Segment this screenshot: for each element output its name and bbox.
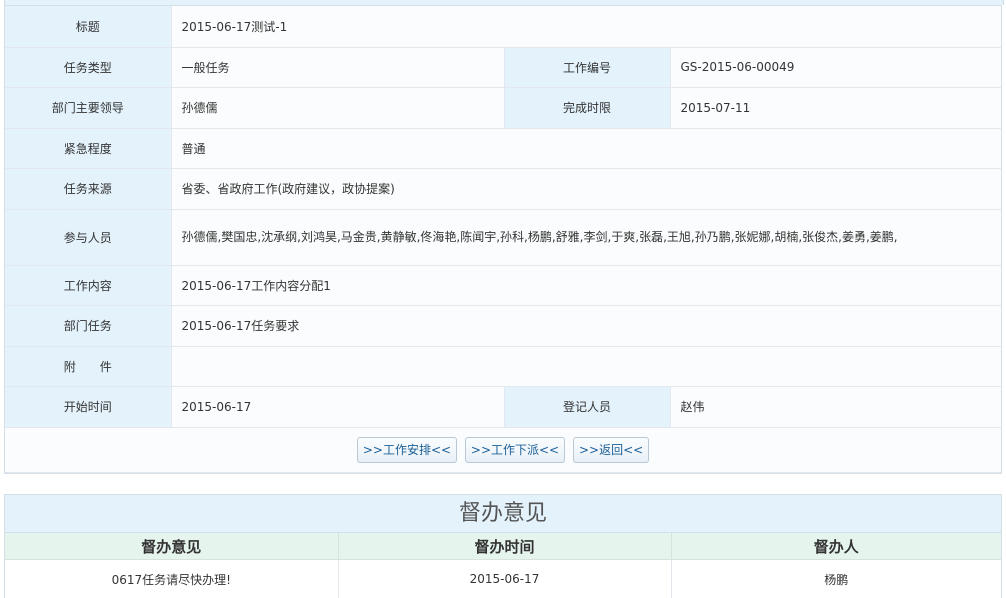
registrar-label: 登记人员 — [504, 386, 671, 428]
action-bar: >>工作安排<< >>工作下派<< >>返回<< — [5, 427, 1002, 473]
task-type-label: 任务类型 — [5, 47, 172, 88]
urgency-label: 紧急程度 — [5, 128, 172, 169]
dept-leader-value: 孙德儒 — [171, 87, 505, 129]
table-row: 0617任务请尽快办理! 2015-06-17 杨鹏 — [5, 559, 1001, 598]
participants-label: 参与人员 — [5, 209, 172, 266]
opinion-cell: 0617任务请尽快办理! — [5, 559, 339, 598]
task-detail-panel: 标题 2015-06-17测试-1 任务类型 一般任务 工作编号 GS-2015… — [4, 5, 1002, 474]
row-content: 工作内容 2015-06-17工作内容分配1 — [5, 265, 1002, 306]
work-dispatch-button[interactable]: >>工作下派<< — [464, 436, 566, 463]
start-time-label: 开始时间 — [5, 386, 172, 428]
supervision-header-row: 督办意见 督办时间 督办人 — [5, 533, 1001, 560]
supervision-table: 督办意见 督办时间 督办人 0617任务请尽快办理! 2015-06-17 杨鹏 — [5, 533, 1001, 598]
urgency-value: 普通 — [171, 128, 1002, 169]
task-detail-table: 标题 2015-06-17测试-1 任务类型 一般任务 工作编号 GS-2015… — [5, 6, 1002, 473]
supervision-panel: 督办意见 督办意见 督办时间 督办人 0617任务请尽快办理! 2015-06-… — [4, 494, 1002, 598]
row-title: 标题 2015-06-17测试-1 — [5, 6, 1002, 48]
row-leader: 部门主要领导 孙德儒 完成时限 2015-07-11 — [5, 87, 1002, 129]
work-number-label: 工作编号 — [504, 47, 671, 88]
title-value: 2015-06-17测试-1 — [171, 6, 1002, 48]
supervision-title: 督办意见 — [5, 495, 1001, 533]
row-source: 任务来源 省委、省政府工作(政府建议，政协提案) — [5, 168, 1002, 210]
row-type: 任务类型 一般任务 工作编号 GS-2015-06-00049 — [5, 47, 1002, 88]
work-content-value: 2015-06-17工作内容分配1 — [171, 265, 1002, 306]
work-content-label: 工作内容 — [5, 265, 172, 306]
work-arrange-button[interactable]: >>工作安排<< — [356, 436, 458, 463]
start-time-value: 2015-06-17 — [171, 386, 505, 428]
task-type-value: 一般任务 — [171, 47, 505, 88]
title-label: 标题 — [5, 6, 172, 48]
row-start: 开始时间 2015-06-17 登记人员 赵伟 — [5, 386, 1002, 428]
work-number-value: GS-2015-06-00049 — [670, 47, 1002, 88]
row-participants: 参与人员 孙德儒,樊国忠,沈承纲,刘鸿昊,马金贵,黄静敏,佟海艳,陈闻宇,孙科,… — [5, 209, 1002, 266]
task-source-label: 任务来源 — [5, 168, 172, 210]
dept-task-label: 部门任务 — [5, 305, 172, 347]
header-time: 督办时间 — [338, 533, 672, 560]
dept-task-value: 2015-06-17任务要求 — [171, 305, 1002, 347]
registrar-value: 赵伟 — [670, 386, 1002, 428]
back-button[interactable]: >>返回<< — [572, 436, 650, 463]
attachment-value — [171, 346, 1002, 387]
header-opinion: 督办意见 — [5, 533, 339, 560]
attachment-label: 附 件 — [5, 346, 172, 387]
row-urgency: 紧急程度 普通 — [5, 128, 1002, 169]
time-cell: 2015-06-17 — [338, 559, 672, 598]
row-attachment: 附 件 — [5, 346, 1002, 387]
task-source-value: 省委、省政府工作(政府建议，政协提案) — [171, 168, 1002, 210]
supervisor-cell: 杨鹏 — [824, 572, 849, 587]
deadline-value: 2015-07-11 — [670, 87, 1002, 129]
row-dept-task: 部门任务 2015-06-17任务要求 — [5, 305, 1002, 347]
participants-value: 孙德儒,樊国忠,沈承纲,刘鸿昊,马金贵,黄静敏,佟海艳,陈闻宇,孙科,杨鹏,舒雅… — [171, 209, 1002, 266]
dept-leader-label: 部门主要领导 — [5, 87, 172, 129]
row-actions: >>工作安排<< >>工作下派<< >>返回<< — [5, 427, 1002, 473]
header-supervisor: 督办人 — [671, 533, 1001, 560]
deadline-label: 完成时限 — [504, 87, 671, 129]
